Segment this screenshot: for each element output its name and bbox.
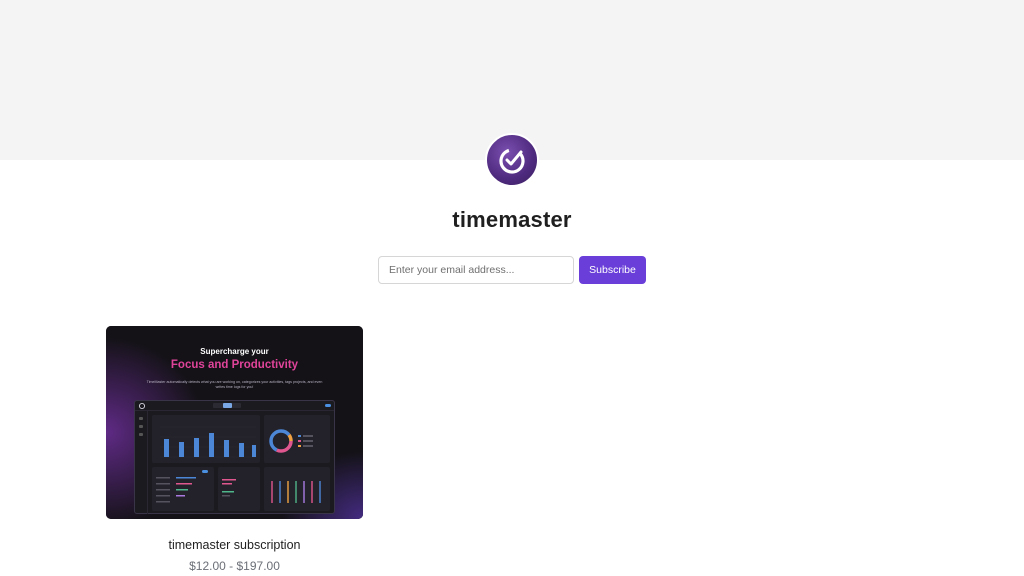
mockup-logo-icon <box>138 402 146 410</box>
mockup-tags-panel <box>264 467 330 511</box>
mockup-tabs <box>213 403 241 408</box>
clock-check-icon <box>499 148 525 174</box>
subscribe-form: Subscribe <box>378 256 646 284</box>
mockup-toggle <box>325 404 331 407</box>
email-input[interactable] <box>378 256 574 284</box>
product-title[interactable]: timemaster subscription <box>106 538 363 552</box>
mockup-donut-chart <box>269 429 313 453</box>
mockup-bar-panel <box>152 415 260 463</box>
mockup-donut-panel <box>264 415 330 463</box>
dashboard-mockup <box>134 400 335 514</box>
product-thumbnail[interactable]: Supercharge your Focus and Productivity … <box>106 326 363 519</box>
subscribe-button[interactable]: Subscribe <box>579 256 646 284</box>
brand-logo <box>485 133 539 187</box>
thumbnail-subtitle: TimeMaster automatically detects what yo… <box>146 380 323 389</box>
thumbnail-headline: Supercharge your <box>200 347 269 356</box>
thumbnail-highlight: Focus and Productivity <box>170 359 299 371</box>
mockup-list-panel <box>152 467 214 511</box>
page-title: timemaster <box>452 207 572 232</box>
product-price: $12.00 - $197.00 <box>189 559 280 573</box>
mockup-topbar <box>135 401 334 411</box>
mockup-bar-chart <box>160 426 256 458</box>
product-card[interactable]: Supercharge your Focus and Productivity … <box>106 326 363 573</box>
mockup-sidebar <box>135 411 148 514</box>
mockup-projects-panel <box>218 467 260 511</box>
